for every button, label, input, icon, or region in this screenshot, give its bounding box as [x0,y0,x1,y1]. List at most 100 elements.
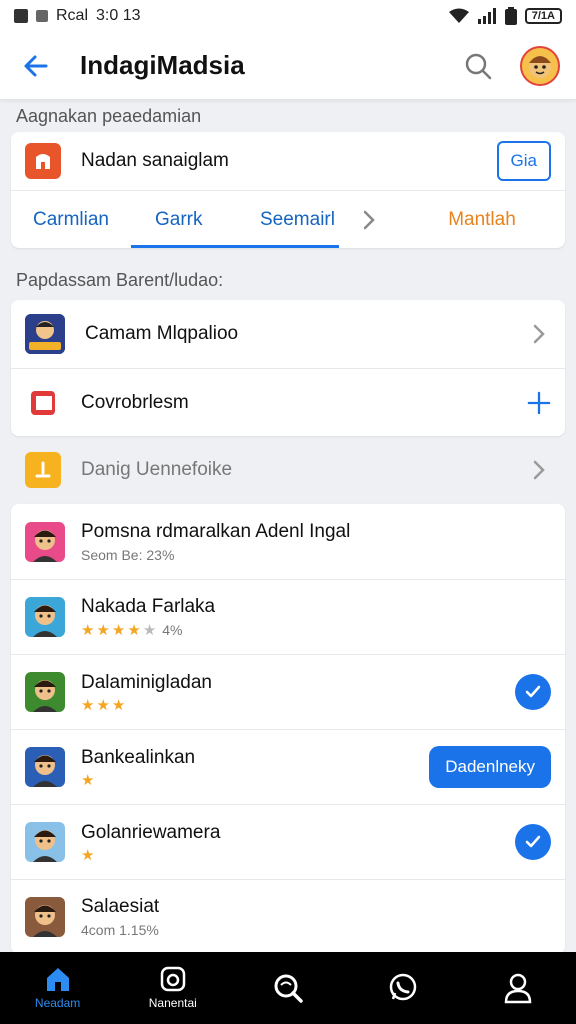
game-rating: ★ ★ ★ ★ ★ 4% [81,622,551,638]
game-name: Pomsna rdmaralkan Adenl Ingal [81,520,351,542]
section-label-1: Aagnakan peaedamian [16,106,202,126]
nav-home[interactable]: Neadam [13,966,103,1010]
menu-item-covrobrlesm[interactable]: Covrobrlesm [11,368,565,436]
tab-carmlian[interactable]: Carmlian [11,191,131,248]
search-button[interactable] [458,46,498,86]
menu-item-danig[interactable]: Danig Uennefoike [11,436,565,504]
camera-icon [160,966,186,992]
game-thumb-icon [25,747,65,787]
game-name: Dalaminigladan [81,671,212,693]
game-rating: ★ [81,773,429,788]
tab-scroll-button[interactable] [339,191,399,248]
notification-icon [36,10,48,22]
chevron-right-icon [527,322,551,346]
tab-bar: Carmlian Garrk Seemairl Mantlah [11,190,565,248]
app-bar: IndagiMadsia [0,32,576,100]
game-subtext: 4com 1.15% [81,922,159,938]
nav-home-label: Neadam [34,996,81,1010]
tab-mantlah[interactable]: Mantlah [399,191,565,248]
game-rating: 4com 1.15% [81,922,551,938]
chevron-right-icon [527,458,551,482]
bottom-nav: Neadam Nanentai [0,952,576,1024]
star-icon: ★ [81,771,95,789]
gallery-icon [14,9,28,23]
avatar[interactable] [520,45,560,86]
store-icon [25,143,61,179]
nav-search[interactable] [243,972,333,1004]
feature-card: Nadan sanaiglam Gia Carmlian Garrk Seema… [11,132,565,248]
star-icon: ★ [111,696,126,714]
game-info: Golanriewamera ★ [81,822,515,863]
star-icon: ★ [96,621,110,639]
home-icon [46,968,69,991]
nav-nanentai[interactable]: Nanentai [128,966,218,1010]
menu-item-camam[interactable]: Camam Mlqpalioo [11,300,565,368]
add-button[interactable] [527,391,551,415]
check-icon [525,835,541,848]
search-icon [274,974,303,1003]
star-icon: ★ [81,846,95,864]
page-title: IndagiMadsia [80,50,245,80]
game-name: Nakada Farlaka [81,596,216,617]
feature-action-button[interactable]: Gia [496,141,551,181]
star-icon: ★ [127,621,141,639]
battery-small-icon [504,7,517,25]
game-rating: ★ [81,848,515,863]
game-thumb-icon [25,597,65,637]
game-info: Nakada Farlaka ★ ★ ★ ★ ★ 4% [81,596,551,638]
game-thumb-icon [25,897,65,937]
status-carrier: Rcal [56,7,89,24]
game-info: Salaesiat 4com 1.15% [81,896,551,938]
game-name: Salaesiat [81,896,160,917]
game-info: Dalaminigladan ★ ★ ★ [81,672,515,713]
game-row[interactable]: Bankealinkan ★ Dadenlneky [11,729,565,804]
games-list: Pomsna rdmaralkan Adenl Ingal Seom Be: 23… [11,504,565,954]
game-row[interactable]: Pomsna rdmaralkan Adenl Ingal Seom Be: 23… [11,504,565,579]
feature-row[interactable]: Nadan sanaiglam Gia [11,132,565,190]
arrow-left-icon [24,55,48,76]
status-time: 3:0 13 [96,7,141,24]
game-subtext: Seom Be: 23% [81,546,175,563]
game-row[interactable]: Nakada Farlaka ★ ★ ★ ★ ★ 4% [11,579,565,654]
menu-card: Camam Mlqpalioo Covrobrlesm [11,300,565,436]
star-icon: ★ [81,696,95,714]
check-icon [525,685,541,698]
menu-item-label: Covrobrlesm [81,391,189,413]
section-label-2: Papdassam Barent/ludao: [16,270,224,290]
chevron-right-icon [363,210,375,229]
installed-check-button[interactable] [515,824,551,860]
menu-item-label: Camam Mlqpalioo [85,323,239,344]
signal-icon [477,8,496,24]
game-name: Golanriewamera [81,821,221,843]
tab-seemairl[interactable]: Seemairl [260,209,335,231]
nav-chat[interactable] [358,972,448,1004]
game-rating: ★ ★ ★ [81,698,515,713]
game-name: Bankealinkan [81,746,196,768]
game-info: Bankealinkan ★ [81,747,429,788]
battery-indicator: 7/1A [524,8,562,24]
menu-item-label: Danig Uennefoike [81,459,233,480]
tab-garrk[interactable]: Garrk Seemairl [131,191,339,248]
profile-icon [505,973,532,1004]
character-thumb-icon [25,314,65,354]
star-icon: ★ [81,621,95,639]
download-button[interactable]: Dadenlneky [429,746,551,788]
wifi-icon [448,8,469,23]
star-icon: ★ [111,621,126,639]
star-icon: ★ [96,696,110,714]
avatar-face-icon [529,55,551,78]
download-icon [25,452,61,488]
game-subtext: 4% [162,622,183,638]
feature-label: Nadan sanaiglam [81,150,229,171]
game-row[interactable]: Dalaminigladan ★ ★ ★ [11,654,565,729]
game-rating: Seom Be: 23% [81,547,551,563]
game-row[interactable]: Golanriewamera ★ [11,804,565,879]
nav-profile[interactable] [473,972,563,1004]
star-icon: ★ [142,621,157,639]
back-button[interactable] [16,46,56,86]
nav-nanentai-label: Nanentai [148,996,197,1010]
installed-check-button[interactable] [515,674,551,710]
game-thumb-icon [25,822,65,862]
game-row[interactable]: Salaesiat 4com 1.15% [11,879,565,954]
card-icon [25,384,61,421]
